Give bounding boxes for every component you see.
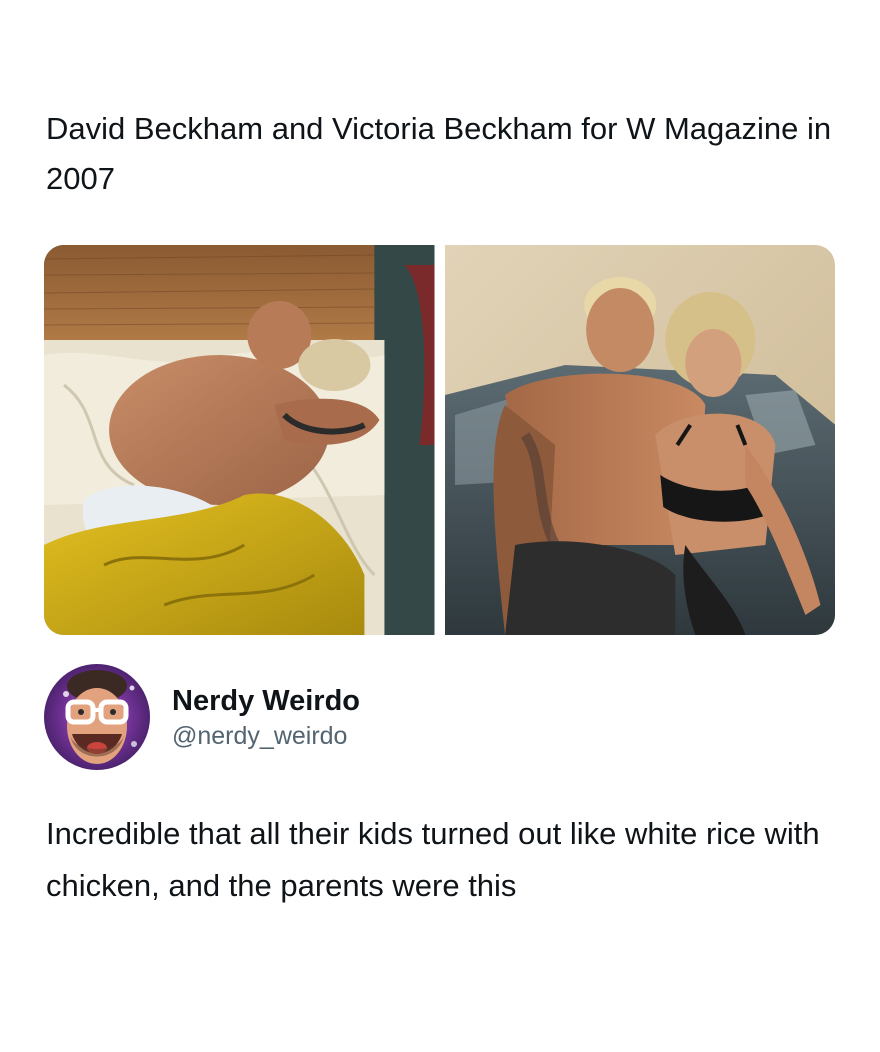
avatar-image bbox=[44, 664, 150, 770]
media-grid bbox=[44, 245, 835, 635]
author-names: Nerdy Weirdo @nerdy_weirdo bbox=[172, 682, 360, 752]
author-row: Nerdy Weirdo @nerdy_weirdo bbox=[44, 664, 360, 770]
reply-text: Incredible that all their kids turned ou… bbox=[46, 816, 820, 903]
photo-right[interactable] bbox=[444, 245, 835, 635]
photo-bed-image bbox=[44, 245, 435, 635]
avatar[interactable] bbox=[44, 664, 150, 770]
photo-car-image bbox=[444, 245, 835, 635]
author-display-name[interactable]: Nerdy Weirdo bbox=[172, 682, 360, 720]
quoted-post-text: David Beckham and Victoria Beckham for W… bbox=[46, 111, 832, 196]
author-handle[interactable]: @nerdy_weirdo bbox=[172, 720, 360, 752]
photo-left[interactable] bbox=[44, 245, 435, 635]
